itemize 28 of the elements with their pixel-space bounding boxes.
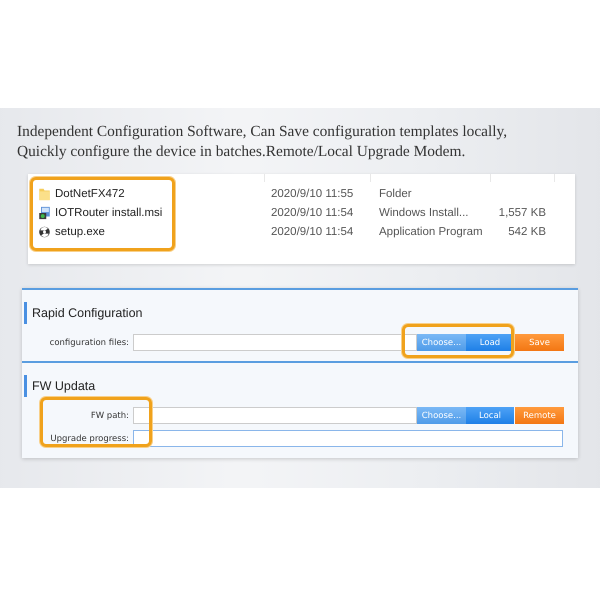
installer-icon (38, 206, 51, 220)
action-button[interactable]: Load (466, 334, 514, 351)
file-date: 2020/9/10 11:54 (271, 226, 354, 238)
path-field[interactable] (133, 334, 417, 351)
field-label: configuration files: (48, 338, 130, 348)
section-title: FW Updata (24, 375, 564, 397)
file-date: 2020/9/10 11:55 (271, 188, 354, 200)
file-type: Folder (379, 188, 413, 200)
action-button[interactable]: Choose... (417, 407, 466, 424)
action-button[interactable]: Local (466, 407, 514, 424)
file-type: Windows Install... (379, 206, 470, 218)
action-button[interactable]: Choose... (417, 334, 466, 351)
file-name[interactable]: IOTRouter install.msi (55, 206, 162, 218)
setup-icon (38, 224, 51, 238)
file-size: 1,557 KB (498, 206, 546, 218)
file-name[interactable]: setup.exe (55, 226, 105, 238)
file-size: 542 KB (508, 226, 546, 238)
field-label: FW path: (90, 410, 130, 420)
file-date: 2020/9/10 11:54 (271, 206, 354, 218)
file-type: Application Program (379, 226, 484, 238)
section-title: Rapid Configuration (24, 302, 564, 324)
caption-text: Independent Configuration Software, Can Save configuration templates locally, Quickly configure the device in batches.Remote/Local Upgrade Modem. (17, 122, 508, 162)
folder-icon (38, 186, 51, 200)
field-label: Upgrade progress: (49, 434, 130, 444)
action-button[interactable]: Remote (515, 407, 564, 424)
action-button[interactable]: Save (515, 334, 564, 351)
file-name[interactable]: DotNetFX472 (55, 188, 125, 200)
path-field[interactable] (133, 407, 417, 424)
